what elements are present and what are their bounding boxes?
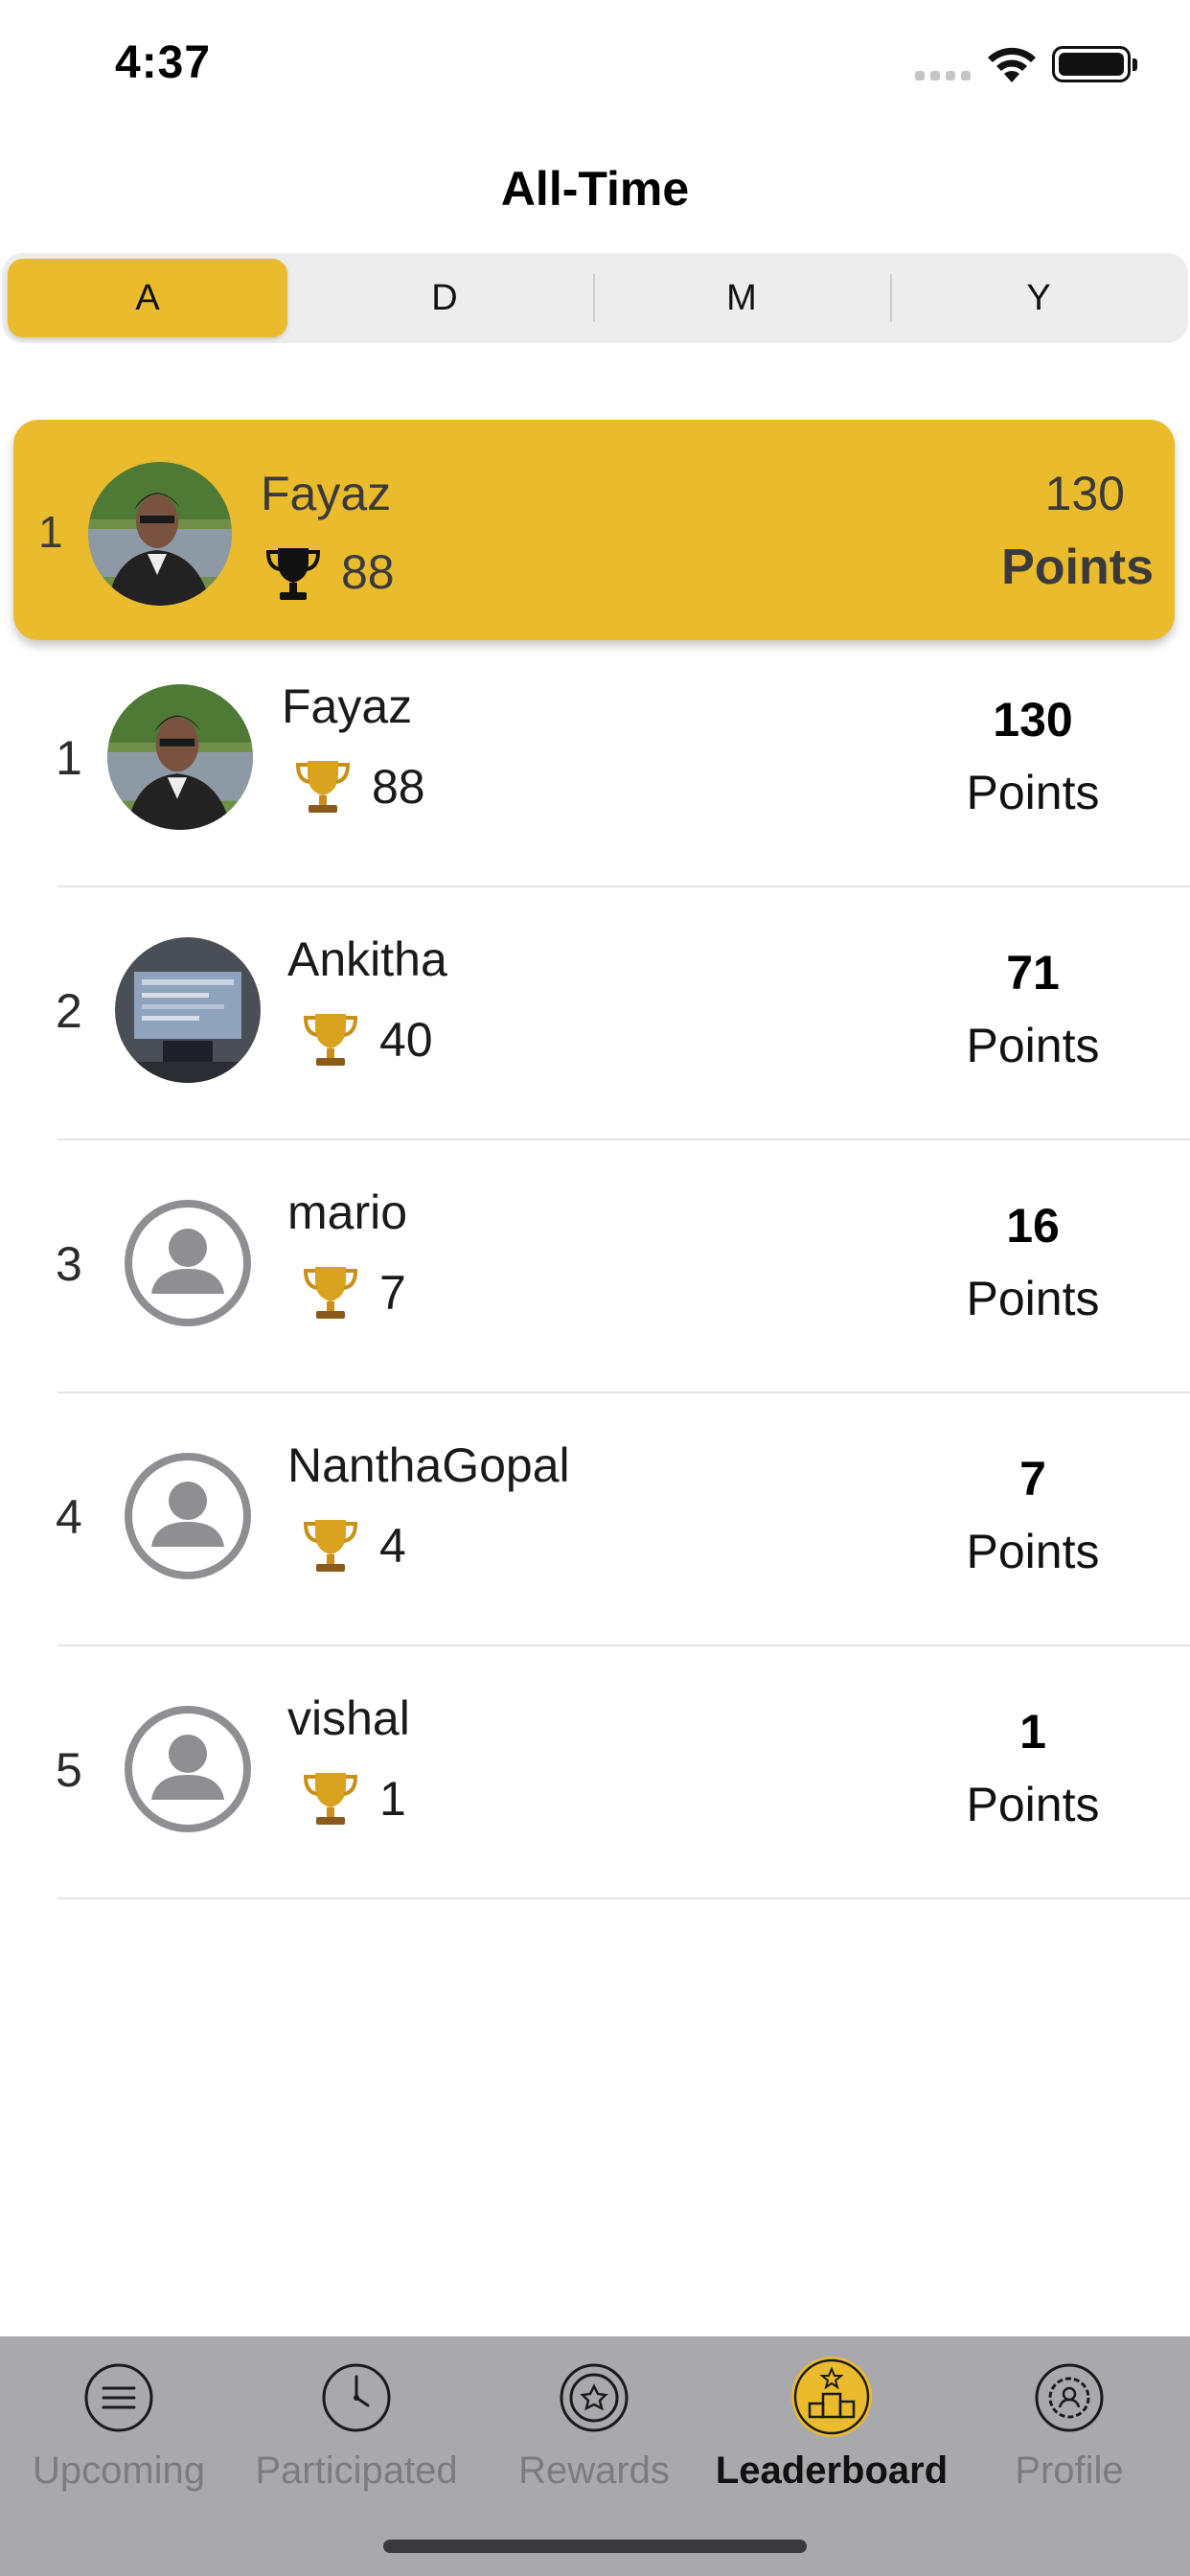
clock-icon [322,2363,391,2432]
trophy-icon [303,1773,358,1825]
leaderboard-row[interactable]: 4 NanthaGopal 4 7 Points [0,1393,1190,1646]
podium-icon [791,2357,872,2437]
tab-leaderboard[interactable]: Leaderboard [713,2336,950,2518]
avatar [88,462,232,606]
row-rank: 4 [56,1490,82,1544]
leaderboard-row[interactable]: 1 Fayaz 88 130 Points [0,634,1190,887]
row-trophies: 4 [379,1519,406,1573]
avatar-placeholder-icon [125,1453,251,1579]
current-user-trophies: 88 [341,545,395,599]
row-trophies: 40 [379,1013,433,1067]
row-name: vishal [287,1691,410,1745]
tab-label: Participated [255,2450,458,2492]
current-user-points-label: Points [1001,540,1154,595]
trophy-icon [303,1014,358,1066]
avatar [115,937,261,1083]
row-rank: 1 [56,731,82,785]
row-trophies: 7 [379,1266,406,1320]
leaderboard-row[interactable]: 3 mario 7 16 Points [0,1140,1190,1393]
tab-profile[interactable]: Profile [950,2336,1188,2518]
profile-gear-icon [1035,2363,1104,2432]
row-points: 130 [993,693,1073,747]
trophy-icon [303,1520,358,1572]
segment-divider [593,274,595,322]
segment-divider [890,274,892,322]
row-points-label: Points [966,766,1100,819]
page-title: All-Time [500,162,690,216]
tab-participated[interactable]: Participated [238,2336,475,2518]
avatar-placeholder-icon [125,1200,251,1326]
avatar [107,684,253,830]
status-time: 4:37 [115,37,212,88]
current-user-name: Fayaz [261,467,392,520]
row-trophies: 88 [372,760,425,814]
row-points: 71 [1006,946,1060,1000]
tab-label: Rewards [518,2450,670,2492]
segment-all-time[interactable]: A [8,259,287,337]
tab-upcoming[interactable]: Upcoming [0,2336,238,2518]
row-divider [57,1898,1190,1899]
leaderboard-row[interactable]: 2 Ankitha 40 71 Points [0,887,1190,1140]
row-rank: 5 [56,1743,82,1797]
row-points-label: Points [966,1272,1100,1325]
leaderboard-row[interactable]: 5 vishal 1 1 Points [0,1646,1190,1899]
trophy-icon [265,548,321,600]
current-user-points: 130 [1044,467,1125,520]
current-user-card[interactable]: 1 Fayaz 88 130 Points [13,420,1175,640]
reward-badge-icon [560,2363,629,2432]
row-rank: 2 [56,984,82,1038]
row-points: 7 [1019,1452,1046,1506]
row-points: 1 [1019,1705,1046,1759]
battery-icon [1052,46,1137,82]
segment-day[interactable]: D [305,259,584,337]
wifi-icon [988,47,1036,82]
row-points-label: Points [966,1019,1100,1072]
tab-label: Upcoming [32,2450,206,2492]
list-icon [84,2363,153,2432]
avatar-placeholder-icon [125,1706,251,1832]
tab-label: Leaderboard [715,2450,949,2492]
row-name: mario [287,1185,408,1239]
tab-label: Profile [1015,2450,1124,2492]
row-name: NanthaGopal [287,1438,570,1492]
status-bar: 4:37 [0,0,1190,134]
row-points-label: Points [966,1778,1100,1831]
row-name: Ankitha [287,932,447,986]
cellular-signal-icon [915,71,971,80]
row-points: 16 [1006,1199,1060,1253]
segment-year[interactable]: Y [899,259,1179,337]
row-name: Fayaz [282,679,413,733]
period-segmented-control: A D M Y [2,253,1188,343]
tab-rewards[interactable]: Rewards [475,2336,713,2518]
segment-month[interactable]: M [602,259,881,337]
current-user-rank: 1 [38,507,63,557]
home-indicator [383,2540,807,2553]
trophy-icon [303,1267,358,1319]
row-trophies: 1 [379,1772,406,1826]
row-rank: 3 [56,1237,82,1291]
trophy-icon [295,761,351,813]
row-points-label: Points [966,1525,1100,1578]
